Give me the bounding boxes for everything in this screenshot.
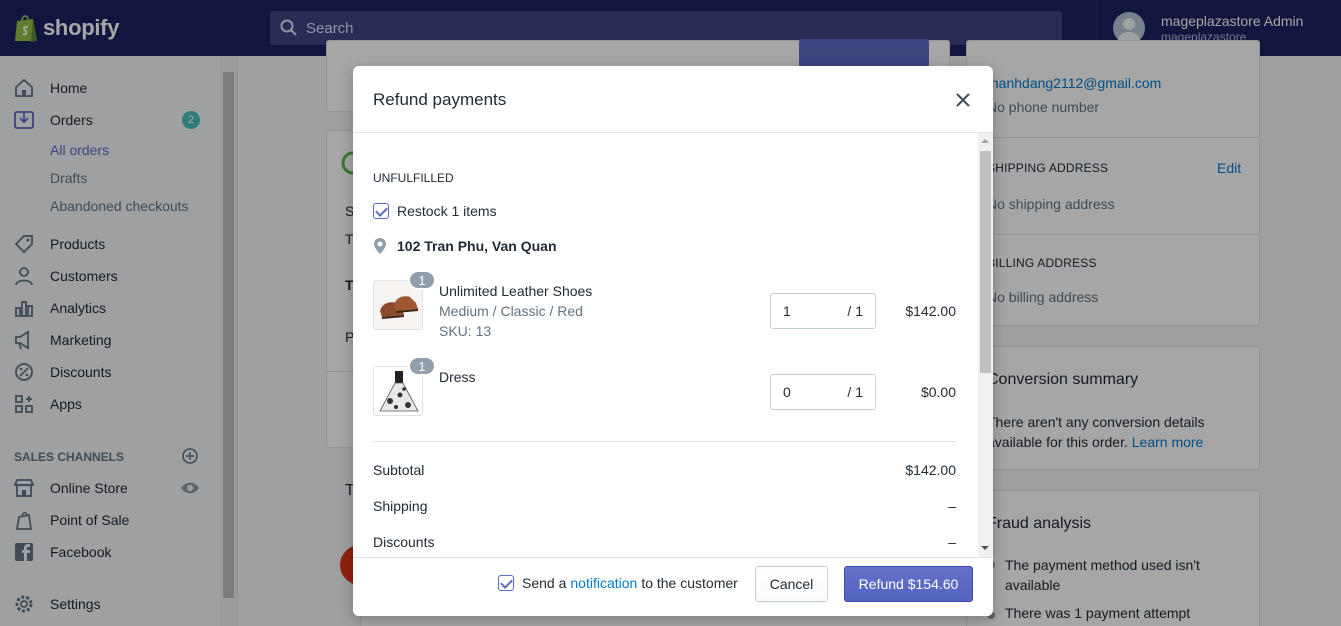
- modal-footer: Send a notification to the customer Canc…: [353, 557, 993, 616]
- line-item-price: $0.00: [920, 384, 956, 400]
- line-item-name: Unlimited Leather Shoes: [439, 283, 593, 299]
- modal-header: Refund payments: [353, 66, 993, 133]
- line-item-variant: Medium / Classic / Red: [439, 303, 583, 319]
- summary-label: Subtotal: [373, 462, 425, 478]
- location-name: 102 Tran Phu, Van Quan: [397, 238, 557, 254]
- restock-label: Restock 1 items: [397, 203, 497, 219]
- summary-label: Shipping: [373, 498, 428, 514]
- modal-scrollbar-thumb[interactable]: [980, 151, 991, 373]
- restock-checkbox-row[interactable]: Restock 1 items: [373, 203, 497, 219]
- refund-button[interactable]: Refund $154.60: [844, 566, 973, 602]
- divider: [373, 441, 956, 442]
- refund-quantity-value: 1: [783, 303, 791, 319]
- notify-customer-row[interactable]: Send a notification to the customer: [498, 575, 738, 591]
- refund-quantity-max: / 1: [847, 384, 863, 400]
- item-quantity-badge: 1: [408, 270, 436, 290]
- refund-quantity-input[interactable]: 1 / 1: [770, 293, 876, 329]
- line-item-sku: SKU: 13: [439, 323, 492, 339]
- summary-value: –: [948, 534, 956, 550]
- summary-label: Discounts: [373, 534, 435, 550]
- scroll-down-icon[interactable]: [980, 544, 990, 552]
- notification-link[interactable]: notification: [570, 575, 637, 591]
- refund-quantity-max: / 1: [847, 303, 863, 319]
- notify-prefix: Send a: [522, 575, 567, 591]
- notify-customer-checkbox[interactable]: [498, 575, 514, 591]
- summary-value: –: [948, 498, 956, 514]
- refund-quantity-value: 0: [783, 384, 791, 400]
- cancel-button[interactable]: Cancel: [755, 566, 828, 602]
- refund-quantity-input[interactable]: 0 / 1: [770, 374, 876, 410]
- scroll-up-icon[interactable]: [980, 137, 990, 145]
- summary-value: $142.00: [905, 462, 956, 478]
- line-item-name: Dress: [439, 369, 476, 385]
- location-pin-icon: [374, 238, 386, 254]
- unfulfilled-label: UNFULFILLED: [373, 171, 454, 185]
- close-icon[interactable]: [953, 90, 973, 110]
- notify-suffix: to the customer: [641, 575, 738, 591]
- line-item-price: $142.00: [905, 303, 956, 319]
- restock-checkbox[interactable]: [373, 203, 389, 219]
- item-quantity-badge: 1: [408, 356, 436, 376]
- location-row: 102 Tran Phu, Van Quan: [373, 237, 557, 255]
- modal-body: UNFULFILLED Restock 1 items 102 Tran Phu…: [353, 133, 993, 557]
- modal-title: Refund payments: [373, 90, 507, 109]
- refund-payments-modal: Refund payments UNFULFILLED Restock 1 it…: [353, 66, 993, 616]
